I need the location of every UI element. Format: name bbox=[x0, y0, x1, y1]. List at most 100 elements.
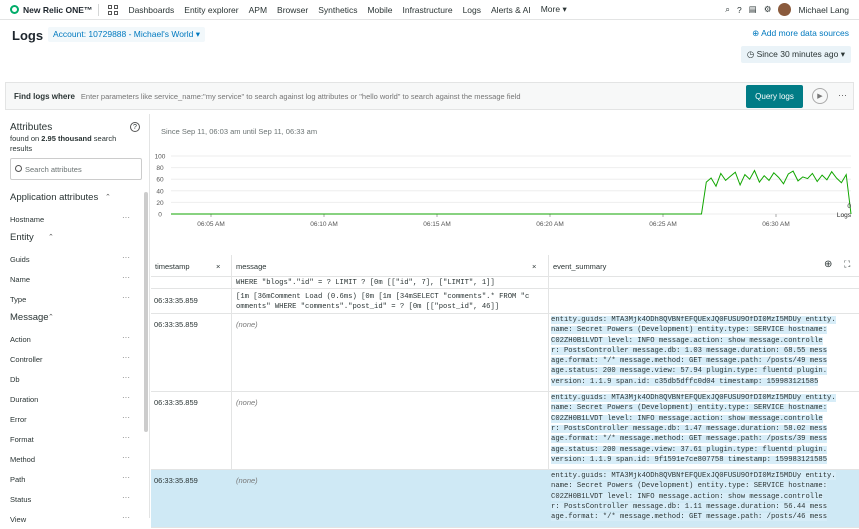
play-icon[interactable]: ▶ bbox=[812, 88, 828, 104]
add-data-sources-link[interactable]: ⊕ Add more data sources bbox=[752, 28, 849, 39]
summary-line: C02ZH0B1LVDT level: INFO message.action:… bbox=[551, 414, 823, 423]
attribute-search-input[interactable]: Search attributes bbox=[10, 158, 142, 180]
summary-line: age.status: 200 message.view: 37.61 plug… bbox=[551, 445, 828, 454]
more-icon[interactable]: ··· bbox=[122, 273, 130, 282]
x-tick-label: 06:30 AM bbox=[762, 221, 789, 228]
attribute-item[interactable]: Controller ··· bbox=[0, 349, 145, 369]
col-header-event-summary[interactable]: event_summary ⊕ ⛶ bbox=[549, 255, 859, 277]
attribute-item[interactable]: Status ··· bbox=[0, 489, 145, 509]
table-row[interactable]: WHERE "blogs"."id" = ? LIMIT ? [0m [["id… bbox=[151, 278, 859, 289]
attributes-title: Attributes bbox=[10, 122, 53, 133]
add-column-icon[interactable]: ⊕ bbox=[824, 259, 832, 270]
feedback-icon[interactable]: ▤ bbox=[749, 4, 757, 15]
expand-icon[interactable]: ⛶ bbox=[844, 259, 850, 270]
page-title: Logs bbox=[12, 28, 44, 43]
attribute-item[interactable]: Name ··· bbox=[0, 269, 145, 289]
settings-icon[interactable]: ⚙ bbox=[764, 4, 772, 15]
avatar[interactable] bbox=[778, 3, 792, 16]
x-tick-label: 06:20 AM bbox=[536, 221, 563, 228]
help-icon[interactable]: ? bbox=[737, 5, 742, 15]
y-tick-label: 0 bbox=[158, 212, 162, 219]
brand-logo[interactable]: New Relic ONE™ bbox=[10, 5, 92, 15]
more-icon[interactable]: ··· bbox=[122, 413, 130, 422]
chevron-up-icon[interactable]: ⌃ bbox=[48, 313, 54, 321]
query-input[interactable] bbox=[80, 91, 853, 101]
nav-item-infrastructure[interactable]: Infrastructure bbox=[403, 5, 453, 15]
more-icon[interactable]: ··· bbox=[122, 353, 130, 362]
attribute-group[interactable]: Entity ⌃ bbox=[0, 229, 145, 249]
attribute-item[interactable]: Duration ··· bbox=[0, 389, 145, 409]
table-row[interactable]: 06:33:35.859 (none) entity.guids: MTA3Mjk4… bbox=[151, 470, 859, 528]
nav-item-entity-explorer[interactable]: Entity explorer bbox=[184, 5, 238, 15]
search-icon bbox=[15, 165, 22, 172]
summary-line: C02ZH0B1LVDT level: INFO message.action:… bbox=[551, 336, 823, 345]
summary-line: version: 1.1.9 span.id: c35db5dffc0d04 t… bbox=[551, 377, 819, 386]
attribute-group[interactable]: Message ⌃ bbox=[0, 309, 145, 329]
account-selector[interactable]: Account: 10729888 - Michael's World ▾ bbox=[48, 27, 206, 42]
clock-icon: ◷ bbox=[746, 49, 755, 59]
nav-more[interactable]: More ▾ bbox=[541, 4, 567, 15]
nav-item-synthetics[interactable]: Synthetics bbox=[318, 5, 357, 15]
more-icon[interactable]: ··· bbox=[122, 453, 130, 462]
log-table: timestamp × message × event_summary ⊕ ⛶ WHER… bbox=[151, 255, 859, 528]
message-text: (none) bbox=[236, 398, 258, 408]
message-text: omments" WHERE "comments"."post_id" = ? … bbox=[236, 302, 500, 311]
attribute-item[interactable]: View ··· bbox=[0, 509, 145, 529]
summary-line: r: PostsController message.db: 1.47 mess… bbox=[551, 424, 828, 433]
table-row[interactable]: 06:33:35.859 (none) entity.guids: MTA3Mjk4… bbox=[151, 314, 859, 393]
table-row[interactable]: 06:33:35.859 [1m [36mComment Load (0.6ms)… bbox=[151, 290, 859, 314]
more-icon[interactable]: ··· bbox=[122, 393, 130, 402]
event-summary: entity.guids: MTA3Mjk4ODh8QVBNfEFQUExJQ0… bbox=[551, 316, 859, 388]
row-timestamp: 06:33:35.859 bbox=[154, 476, 198, 486]
y-tick-label: 100 bbox=[155, 154, 166, 161]
chevron-up-icon[interactable]: ⌃ bbox=[105, 193, 111, 201]
nav-item-browser[interactable]: Browser bbox=[277, 5, 308, 15]
attribute-item[interactable]: Method ··· bbox=[0, 449, 145, 469]
more-icon[interactable]: ··· bbox=[122, 253, 130, 262]
apps-grid-icon[interactable] bbox=[108, 4, 119, 15]
user-name[interactable]: Michael Lang bbox=[798, 5, 849, 15]
more-options-icon[interactable]: ··· bbox=[838, 90, 847, 100]
time-picker[interactable]: ◷ Since 30 minutes ago ▾ bbox=[740, 46, 851, 63]
brand-name: New Relic ONE™ bbox=[23, 4, 93, 15]
more-icon[interactable]: ··· bbox=[122, 213, 130, 222]
col-header-timestamp[interactable]: timestamp × bbox=[151, 255, 231, 277]
summary-line: entity.guids: MTA3Mjk4ODh8QVBNfEFQUExJQ0… bbox=[551, 316, 836, 324]
attribute-group[interactable]: Application attributes ⌃ bbox=[0, 189, 145, 209]
attributes-found: found on 2.95 thousand search results bbox=[10, 134, 117, 153]
more-icon[interactable]: ··· bbox=[122, 293, 130, 302]
attribute-item[interactable]: Format ··· bbox=[0, 429, 145, 449]
chevron-up-icon[interactable]: ⌃ bbox=[48, 233, 54, 241]
search-icon[interactable]: ⌕ bbox=[725, 4, 730, 15]
more-icon[interactable]: ··· bbox=[122, 493, 130, 502]
attribute-item[interactable]: Hostname ··· bbox=[0, 209, 145, 229]
attribute-item[interactable]: Path ··· bbox=[0, 469, 145, 489]
more-icon[interactable]: ··· bbox=[122, 373, 130, 382]
log-results: Since Sep 11, 06:03 am until Sep 11, 06:… bbox=[151, 114, 859, 528]
series-end-label: Logs bbox=[837, 212, 852, 219]
help-icon[interactable]: ? bbox=[130, 122, 140, 132]
more-icon[interactable]: ··· bbox=[122, 433, 130, 442]
x-tick-label: 06:10 AM bbox=[310, 221, 337, 228]
attribute-item[interactable]: Action ··· bbox=[0, 329, 145, 349]
table-row[interactable]: 06:33:35.859 (none) entity.guids: MTA3Mjk4… bbox=[151, 392, 859, 471]
summary-line: name: Secret Powers (Development) entity… bbox=[551, 404, 828, 413]
nav-item-logs[interactable]: Logs bbox=[463, 5, 481, 15]
attribute-item[interactable]: Guids ··· bbox=[0, 249, 145, 269]
query-logs-button[interactable]: Query logs bbox=[746, 85, 803, 108]
nav-item-alerts-ai[interactable]: Alerts & AI bbox=[491, 5, 531, 15]
attribute-item[interactable]: Type ··· bbox=[0, 289, 145, 309]
nav-item-apm[interactable]: APM bbox=[249, 5, 267, 15]
summary-line: r: PostsController message.db: 1.11 mess… bbox=[551, 503, 828, 512]
nav-items: Dashboards Entity explorer APM Browser Synth… bbox=[123, 5, 535, 15]
query-label: Find logs where bbox=[14, 91, 75, 101]
col-header-message[interactable]: message × bbox=[232, 255, 548, 277]
attribute-item[interactable]: Db ··· bbox=[0, 369, 145, 389]
more-icon[interactable]: ··· bbox=[122, 473, 130, 482]
sidebar-scrollbar[interactable] bbox=[144, 192, 148, 432]
nav-item-mobile[interactable]: Mobile bbox=[367, 5, 392, 15]
more-icon[interactable]: ··· bbox=[122, 333, 130, 342]
summary-line: entity.guids: MTA3Mjk4ODh8QVBNfEFQUExJQ0… bbox=[551, 394, 836, 403]
attribute-item[interactable]: Error ··· bbox=[0, 409, 145, 429]
nav-item-dashboards[interactable]: Dashboards bbox=[128, 5, 174, 15]
